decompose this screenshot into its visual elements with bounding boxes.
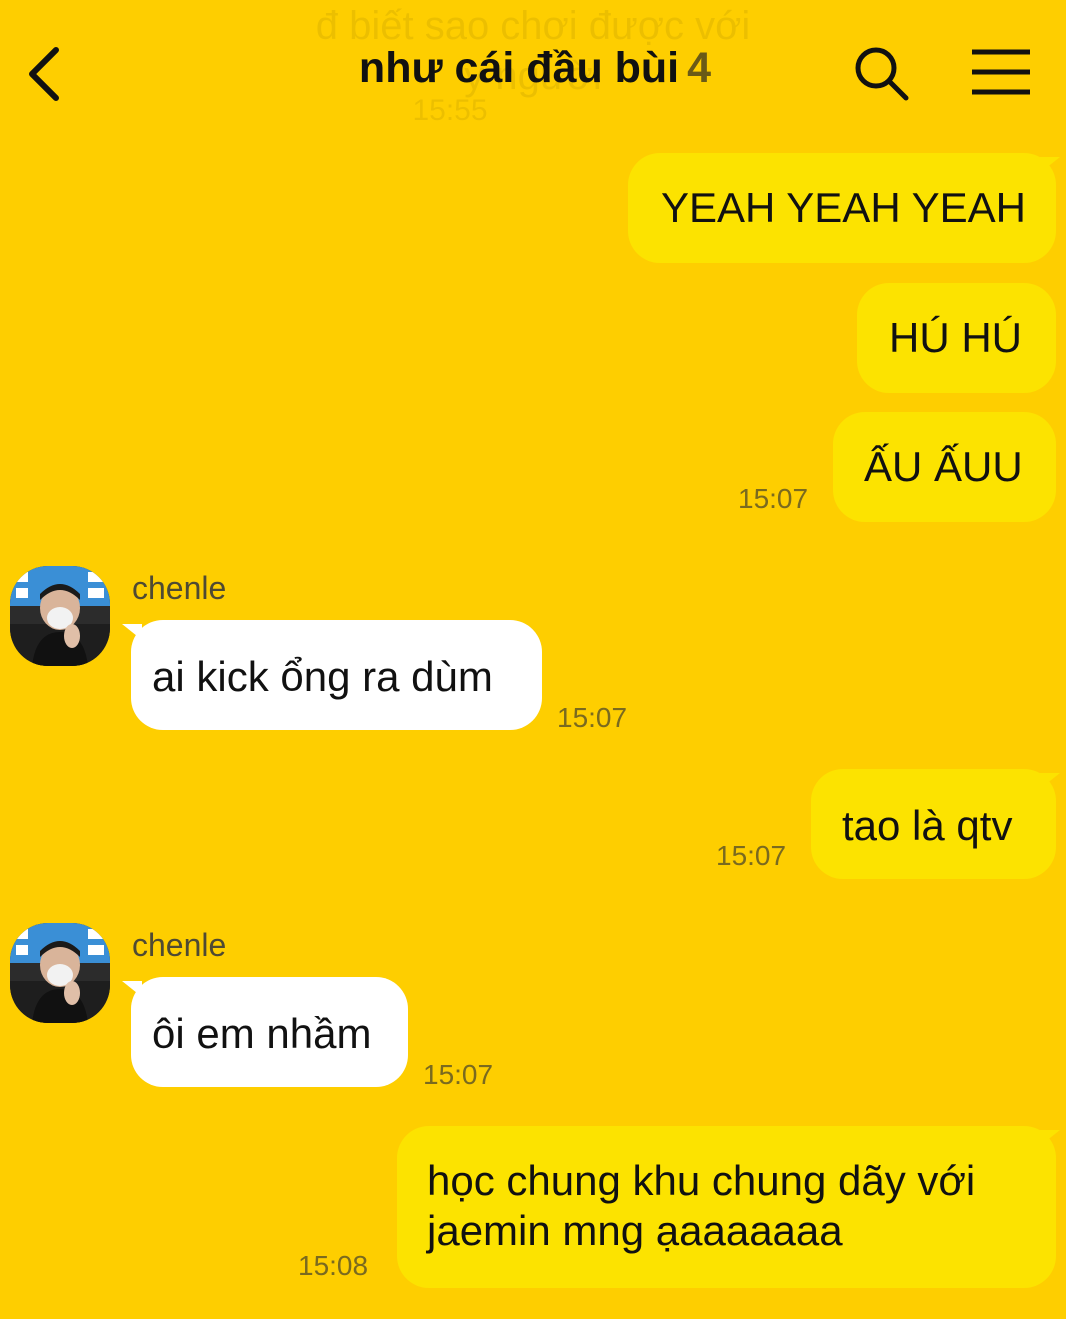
chat-name: như cái đầu bùi <box>358 44 680 92</box>
message-time: 15:07 <box>423 1059 494 1090</box>
avatar-photo <box>10 923 110 1023</box>
message-text: YEAH YEAH YEAH <box>661 184 1026 231</box>
message-bubble-mine[interactable]: YEAH YEAH YEAH <box>628 153 1056 263</box>
bubble-tail <box>122 981 142 997</box>
message-bubble-mine[interactable]: ẤU ẤUU <box>833 412 1056 522</box>
bubble-tail <box>122 624 142 640</box>
message-bubble-other[interactable]: ai kick ổng ra dùm <box>131 620 542 730</box>
sender-name: chenle <box>132 927 227 963</box>
bubble-tail <box>1040 773 1060 789</box>
message-text: ẤU ẤUU <box>864 443 1023 490</box>
message-text-line: học chung khu chung dãy với <box>427 1157 976 1204</box>
menu-button[interactable] <box>966 44 1036 104</box>
chat-header: như cái đầu bùi 4 <box>0 0 1066 150</box>
search-button[interactable] <box>852 44 912 104</box>
back-button[interactable] <box>22 40 82 110</box>
message-text-line: jaemin mng ạaaaaaaa <box>427 1207 843 1254</box>
message-bubble-other[interactable]: ôi em nhầm <box>131 977 408 1087</box>
avatar-photo <box>10 566 110 666</box>
message-time: 15:07 <box>716 840 787 871</box>
hamburger-menu-icon <box>972 49 1030 95</box>
sender-name: chenle <box>132 570 227 606</box>
message-time: 15:07 <box>557 702 628 733</box>
message-text: HÚ HÚ <box>889 314 1022 361</box>
chevron-left-icon <box>29 47 59 101</box>
bubble-tail <box>1040 1130 1060 1146</box>
message-text: ôi em nhầm <box>152 1010 372 1057</box>
message-bubble-mine[interactable]: HÚ HÚ <box>857 283 1056 393</box>
message-bubble-mine[interactable]: tao là qtv <box>811 769 1056 879</box>
message-time: 15:08 <box>298 1250 369 1281</box>
member-count: 4 <box>687 44 712 92</box>
avatar[interactable] <box>10 566 110 666</box>
message-text: ai kick ổng ra dùm <box>152 653 493 700</box>
avatar[interactable] <box>10 923 110 1023</box>
bubble-tail <box>1040 157 1060 173</box>
chat-title: như cái đầu bùi 4 <box>300 44 770 93</box>
search-icon <box>855 47 909 101</box>
message-bubble-mine[interactable]: học chung khu chung dãy với jaemin mng ạ… <box>397 1126 1056 1288</box>
message-text: tao là qtv <box>842 802 1013 849</box>
message-time: 15:07 <box>738 483 809 514</box>
